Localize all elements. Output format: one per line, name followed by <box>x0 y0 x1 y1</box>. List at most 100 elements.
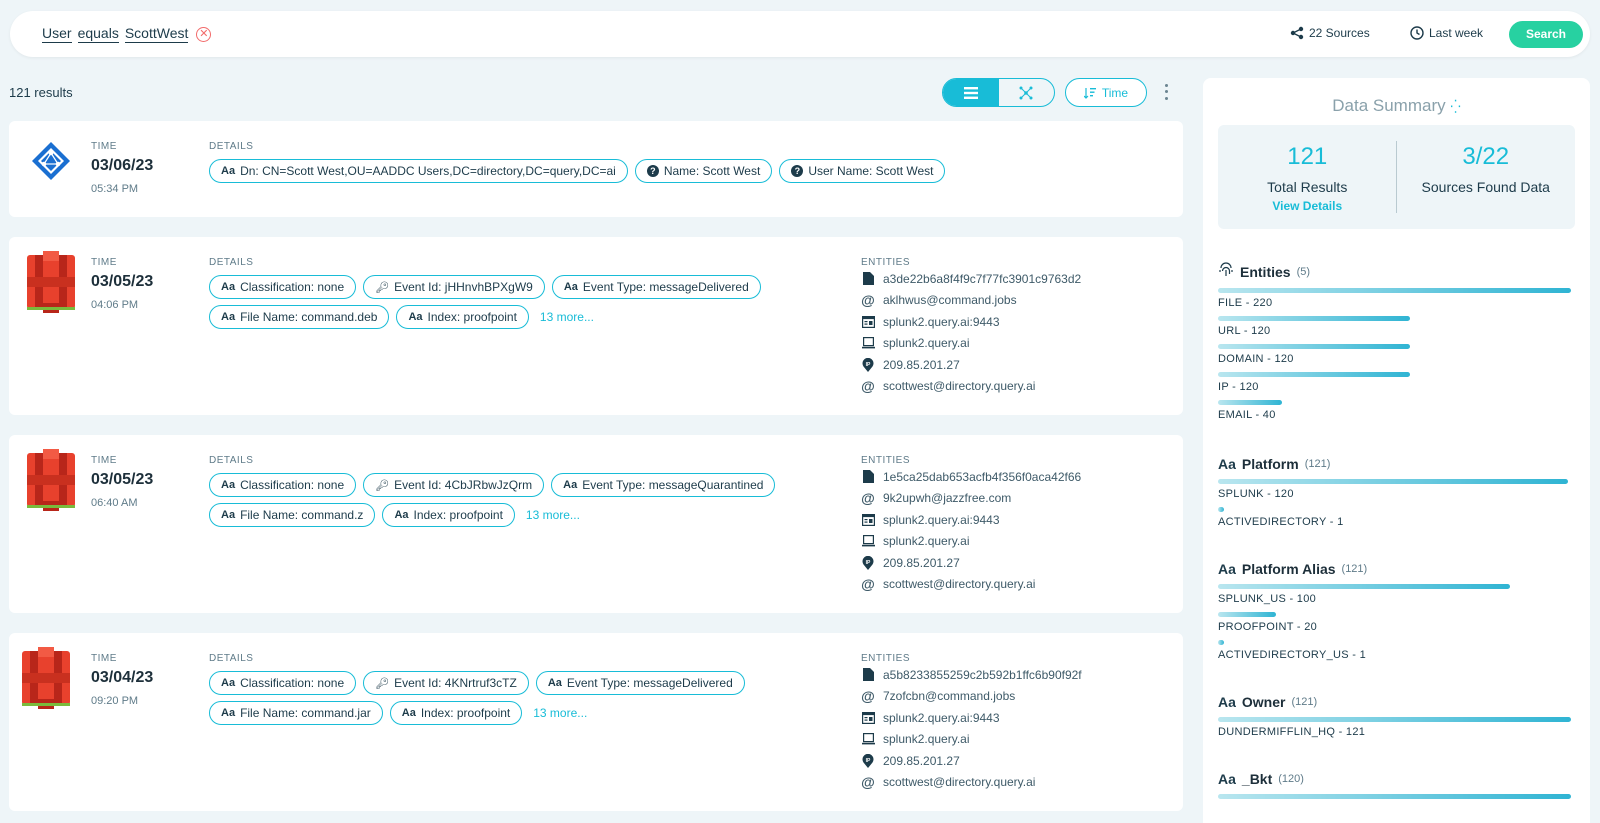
query-value-token[interactable]: ScottWest <box>124 25 189 43</box>
entity-item[interactable]: @7zofcbn@command.jobs <box>861 688 1082 704</box>
query-field-token[interactable]: User <box>42 25 72 43</box>
facet-header[interactable]: Aa _Bkt (120) <box>1218 771 1575 787</box>
entity-item[interactable]: splunk2.query.ai:9443 <box>861 314 1081 330</box>
entity-item[interactable]: IP 209.85.201.27 <box>861 357 1081 373</box>
entity-item[interactable]: @9k2upwh@jazzfree.com <box>861 490 1081 506</box>
facet-header[interactable]: Entities (5) <box>1218 262 1575 281</box>
entity-item[interactable]: splunk2.query.ai:9443 <box>861 710 1082 726</box>
chip-text: User Name: Scott West <box>808 164 934 178</box>
facet-bar-label: DOMAIN - 120 <box>1218 353 1294 365</box>
detail-chip[interactable]: Aa File Name: command.deb <box>209 305 390 329</box>
more-details-link[interactable]: 13 more... <box>540 310 594 324</box>
detail-chip[interactable]: Aa Index: proofpoint <box>382 503 515 527</box>
entity-item[interactable]: @ aklhwus@command.jobs <box>861 292 1081 308</box>
entity-item[interactable]: a3de22b6a8f4f9c7f77fc3901c9763d2 <box>861 271 1081 287</box>
facet-count: (120) <box>1278 773 1304 785</box>
result-card[interactable]: TIME 03/06/23 05:34 PM DETAILS Aa Dn: CN=… <box>9 121 1183 217</box>
facet-bar[interactable] <box>1218 794 1575 799</box>
sources-button[interactable]: 22 Sources <box>1290 26 1370 40</box>
chip-text: Index: proofpoint <box>427 310 517 324</box>
detail-chip[interactable]: Aa File Name: command.jar <box>209 701 383 725</box>
search-query[interactable]: User equals ScottWest ✕ <box>42 25 212 43</box>
facet-header[interactable]: Aa Platform Alias (121) <box>1218 561 1575 577</box>
result-card[interactable]: TIME 03/04/23 09:20 PM DETAILS Aa Classif… <box>9 633 1183 811</box>
entity-item[interactable]: splunk2.query.ai <box>861 534 1081 550</box>
detail-chip[interactable]: Aa Index: proofpoint <box>389 701 523 725</box>
detail-chip[interactable]: Aa Event Type: messageDelivered <box>551 275 761 299</box>
details-label: DETAILS <box>209 257 254 268</box>
entity-item[interactable]: @ scottwest@directory.query.ai <box>861 774 1082 790</box>
facet-header[interactable]: Aa Owner (121) <box>1218 694 1575 710</box>
detail-chip[interactable]: ? Name: Scott West <box>634 159 773 183</box>
facet-bar[interactable] <box>1218 640 1575 645</box>
view-details-link[interactable]: View Details <box>1218 199 1397 213</box>
clock-icon <box>1410 26 1424 40</box>
clear-query-icon[interactable]: ✕ <box>196 26 212 42</box>
detail-chip[interactable]: Aa Dn: CN=Scott West,OU=AADDC Users,DC=di… <box>209 159 628 183</box>
facet-bar[interactable] <box>1218 717 1575 722</box>
facet-bar[interactable] <box>1218 316 1575 321</box>
entity-item[interactable]: @ scottwest@directory.query.ai <box>861 576 1081 592</box>
facet-bar-label: SPLUNK - 120 <box>1218 488 1294 500</box>
detail-chip[interactable]: Aa File Name: command.z <box>209 503 376 527</box>
facet-bar-fill <box>1218 288 1571 293</box>
fingerprint-icon <box>1218 262 1234 281</box>
sort-time-button[interactable]: Time <box>1065 78 1147 107</box>
facet-bar[interactable] <box>1218 372 1575 377</box>
entity-item[interactable]: splunk2.query.ai <box>861 732 1082 748</box>
chip-text: Classification: none <box>240 676 345 690</box>
url-icon <box>861 315 875 329</box>
facet-bar[interactable] <box>1218 400 1575 405</box>
facet-bar[interactable] <box>1218 507 1575 512</box>
detail-chip[interactable]: ? User Name: Scott West <box>779 159 946 183</box>
more-options-icon[interactable] <box>1162 82 1170 102</box>
facet-platform: Aa Platform (121) SPLUNK - 120 ACTIVEDIRECTO… <box>1218 456 1575 528</box>
entity-item[interactable]: splunk2.query.ai <box>861 336 1081 352</box>
ip-icon: IP <box>861 555 875 570</box>
search-button[interactable]: Search <box>1509 21 1583 48</box>
entity-item[interactable]: @ scottwest@directory.query.ai <box>861 378 1081 394</box>
entity-item[interactable]: 1e5ca25dab653acfb4f356f0aca42f66 <box>861 469 1081 485</box>
detail-chip[interactable]: Aa Classification: none <box>209 473 357 497</box>
query-operator-token[interactable]: equals <box>77 25 119 43</box>
graph-view-button[interactable] <box>999 79 1055 106</box>
facet-bar[interactable] <box>1218 612 1575 617</box>
result-card[interactable]: TIME 03/05/23 04:06 PM DETAILS Aa Classif… <box>9 237 1183 415</box>
detail-chip[interactable]: Aa Index: proofpoint <box>396 305 529 329</box>
entity-item[interactable]: splunk2.query.ai:9443 <box>861 512 1081 528</box>
detail-chip[interactable]: Aa Classification: none <box>209 275 357 299</box>
chip-text: Event Id: 4CbJRbwJzQrm <box>394 478 533 492</box>
text-aa-icon: Aa <box>408 311 423 323</box>
detail-chip[interactable]: Aa Event Type: messageDelivered <box>535 671 745 695</box>
facet-bar[interactable] <box>1218 288 1575 293</box>
facet-bar[interactable] <box>1218 479 1575 484</box>
sources-found-stat: 3/22 Sources Found Data <box>1397 143 1576 195</box>
time-range-button[interactable]: Last week <box>1410 26 1483 40</box>
data-summary-header: Data Summary ⁛ <box>1203 96 1590 116</box>
entity-item[interactable]: IP 209.85.201.27 <box>861 555 1081 571</box>
entity-item[interactable]: a5b8233855259c2b592b1ffc6b90f92f <box>861 667 1082 683</box>
entity-item[interactable]: IP 209.85.201.27 <box>861 753 1082 769</box>
result-card[interactable]: TIME 03/05/23 06:40 AM DETAILS Aa Classif… <box>9 435 1183 613</box>
list-view-button[interactable] <box>943 79 999 106</box>
entity-text: a3de22b6a8f4f9c7f77fc3901c9763d2 <box>883 271 1082 286</box>
facet-header[interactable]: Aa Platform (121) <box>1218 456 1575 472</box>
facet-bar-label: PROOFPOINT - 20 <box>1218 621 1318 633</box>
view-toggle[interactable] <box>942 78 1055 107</box>
facet-bar[interactable] <box>1218 344 1575 349</box>
chip-text: Event Type: messageDelivered <box>566 676 733 690</box>
text-aa-icon: Aa <box>547 677 562 689</box>
facet-bar[interactable] <box>1218 584 1575 589</box>
key-icon: 🔑︎ <box>375 479 390 492</box>
detail-chip[interactable]: Aa Event Type: messageQuarantined <box>551 473 776 497</box>
event-date: 03/06/23 <box>91 157 154 174</box>
search-bar[interactable]: User equals ScottWest ✕ 22 Sources Last … <box>10 11 1590 57</box>
facet-bar-fill <box>1218 640 1224 645</box>
more-details-link[interactable]: 13 more... <box>526 508 580 522</box>
more-details-link[interactable]: 13 more... <box>533 706 587 720</box>
detail-chip[interactable]: 🔑︎ Event Id: jHHnvhBPXgW9 <box>363 275 545 299</box>
facet-bar-label: FILE - 220 <box>1218 297 1273 309</box>
detail-chip[interactable]: 🔑︎ Event Id: 4KNrtruf3cTZ <box>363 671 529 695</box>
detail-chip[interactable]: 🔑︎ Event Id: 4CbJRbwJzQrm <box>363 473 545 497</box>
detail-chip[interactable]: Aa Classification: none <box>209 671 357 695</box>
